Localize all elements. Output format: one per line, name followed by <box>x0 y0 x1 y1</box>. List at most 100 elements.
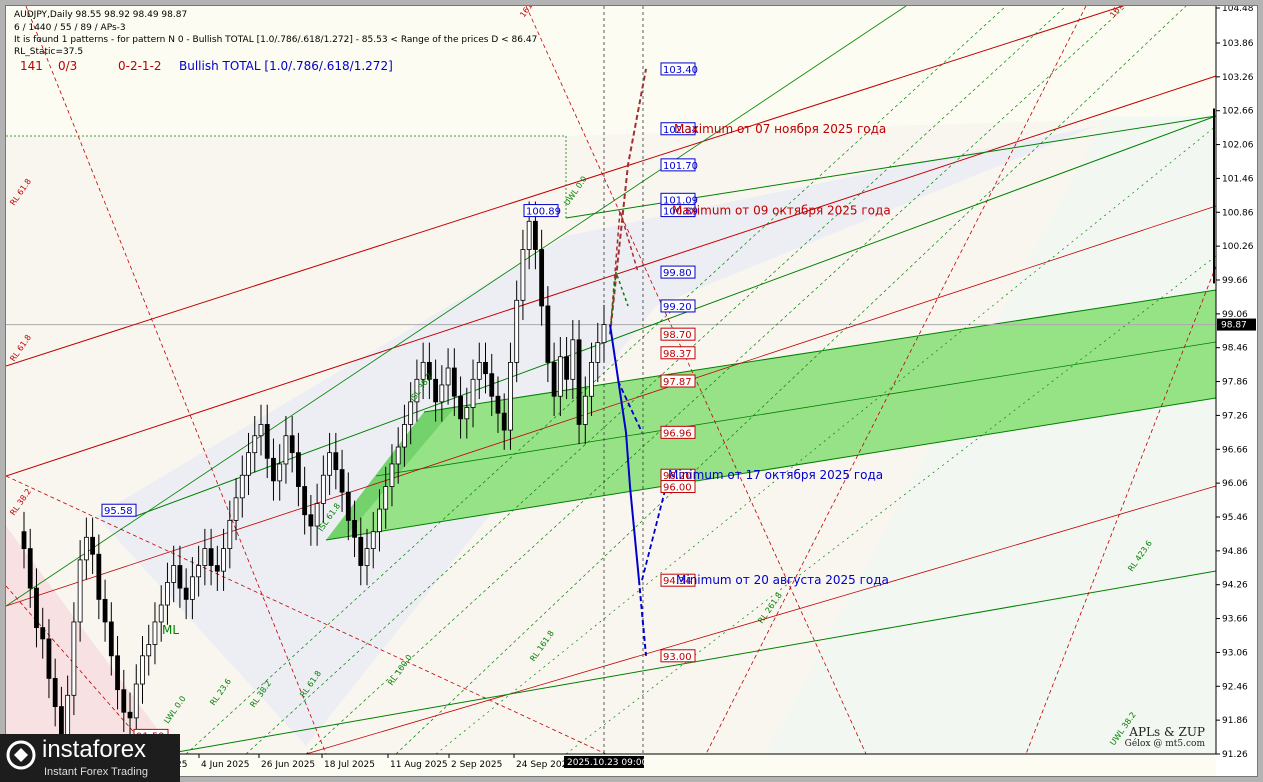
candle-body <box>233 497 239 521</box>
pattern-code: 0-2-1-2 <box>118 59 162 73</box>
level-label: 161.8 <box>1108 6 1129 19</box>
candle-body <box>127 711 133 719</box>
y-tick-label: 94.26 <box>1222 581 1248 591</box>
x-tick-label: 26 Jun 2025 <box>261 760 315 770</box>
candle-body <box>514 299 520 363</box>
candle-body <box>158 604 164 623</box>
y-tick-label: 96.66 <box>1222 445 1248 455</box>
candle-body <box>433 378 439 403</box>
pattern-index: 0/3 <box>58 59 78 73</box>
candle-body <box>377 508 382 533</box>
y-tick-label: 91.26 <box>1222 750 1248 760</box>
candle-body <box>395 446 401 465</box>
candle-body <box>46 638 52 679</box>
candle-body <box>140 655 145 685</box>
price-chart[interactable]: 103.40102.34101.70101.09100.8999.8099.20… <box>6 6 1257 776</box>
candle-body <box>102 598 108 623</box>
candle-body <box>408 401 414 425</box>
price-label: 103.40 <box>663 65 698 76</box>
candle-body <box>551 361 557 397</box>
y-tick-label: 97.26 <box>1222 411 1248 421</box>
y-tick-label: 94.86 <box>1222 547 1248 557</box>
candle-body <box>177 565 183 589</box>
candle-body <box>34 587 39 628</box>
pattern-info: It is found 1 patterns - for pattern N 0… <box>14 35 538 45</box>
candle-body <box>483 361 488 375</box>
candle-body <box>289 435 295 454</box>
candle-body <box>402 424 407 448</box>
candle-body <box>539 249 545 307</box>
candle-body <box>239 474 245 499</box>
logo-name: instaforex <box>42 736 147 763</box>
annotation-ml: ML <box>162 623 179 637</box>
indicator-params: 6 / 1440 / 55 / 89 / APs-3 <box>14 23 126 33</box>
price-label: 95.58 <box>104 506 133 517</box>
candle-body <box>196 565 202 578</box>
candle-body <box>77 559 83 623</box>
pattern-count: 141 <box>20 59 43 73</box>
candle-body <box>370 531 376 549</box>
candle-body <box>589 361 594 397</box>
chart-window[interactable]: 103.40 102.34 101.70 101.09 100.89 99.80 99.20… <box>6 6 1257 776</box>
candle-body <box>302 486 308 516</box>
candle-body <box>451 367 457 397</box>
price-label: 98.37 <box>663 349 692 360</box>
candle-body <box>582 395 588 425</box>
price-label: 96.00 <box>663 483 692 494</box>
candle-body <box>108 621 114 657</box>
candle-body <box>83 536 89 561</box>
candle-body <box>202 548 208 566</box>
price-label: 97.87 <box>663 377 692 388</box>
candle-body <box>601 324 607 344</box>
candle-body <box>252 435 258 454</box>
price-label: 96.96 <box>663 428 692 439</box>
signature-author: Gélox @ mt5.com <box>1124 739 1205 749</box>
candle-body <box>40 627 46 640</box>
signature-title: APLs & ZUP <box>1129 725 1205 739</box>
y-tick-label: 99.66 <box>1222 276 1248 286</box>
candle-body <box>283 435 289 465</box>
candle-body <box>439 384 445 403</box>
candle-body <box>59 706 64 736</box>
candle-body <box>296 452 301 487</box>
candle-body <box>21 531 27 549</box>
candle-body <box>595 342 601 363</box>
candle-body <box>320 474 326 504</box>
y-tick-label: 104.48 <box>1222 6 1254 14</box>
candle-body <box>152 621 158 645</box>
annotation-max-oct: Maximum от 09 октября 2025 года <box>672 204 891 218</box>
candle-body <box>227 519 233 549</box>
annotation-max-nov: Maximum от 07 ноября 2025 года <box>674 122 886 136</box>
candle-body <box>308 514 314 527</box>
annotation-min-oct: Minimum от 17 октября 2025 года <box>668 468 883 482</box>
candle-body <box>352 519 357 538</box>
price-label: 100.89 <box>526 207 561 218</box>
candle-body <box>121 689 127 713</box>
y-tick-label: 103.26 <box>1222 73 1254 83</box>
candle-body <box>165 582 170 606</box>
candle-body <box>445 367 451 386</box>
candle-body <box>96 553 102 600</box>
candle-body <box>501 412 507 431</box>
pattern-name: Bullish TOTAL [1.0/.786/.618/1.272] <box>179 59 393 73</box>
candle-body <box>564 356 569 380</box>
candle-body <box>65 694 71 736</box>
y-tick-label: 95.46 <box>1222 513 1248 523</box>
y-tick-label: 102.66 <box>1222 107 1254 117</box>
candle-body <box>520 249 526 301</box>
logo-icon <box>6 740 36 770</box>
candle-body <box>532 220 538 250</box>
candle-body <box>557 356 563 397</box>
y-tick-label: 100.86 <box>1222 208 1254 218</box>
candle-body <box>214 565 220 572</box>
logo-tagline: Instant Forex Trading <box>44 766 148 778</box>
price-axis-panel <box>1216 6 1257 776</box>
candle-body <box>264 424 270 459</box>
candle-body <box>508 361 513 431</box>
candle-body <box>570 339 576 380</box>
candle-body <box>271 457 276 482</box>
x-tick-label: 2 Sep 2025 <box>451 760 502 770</box>
current-price-label: 98.87 <box>1221 321 1247 331</box>
candle-body <box>358 536 364 566</box>
candle-body <box>333 452 339 470</box>
